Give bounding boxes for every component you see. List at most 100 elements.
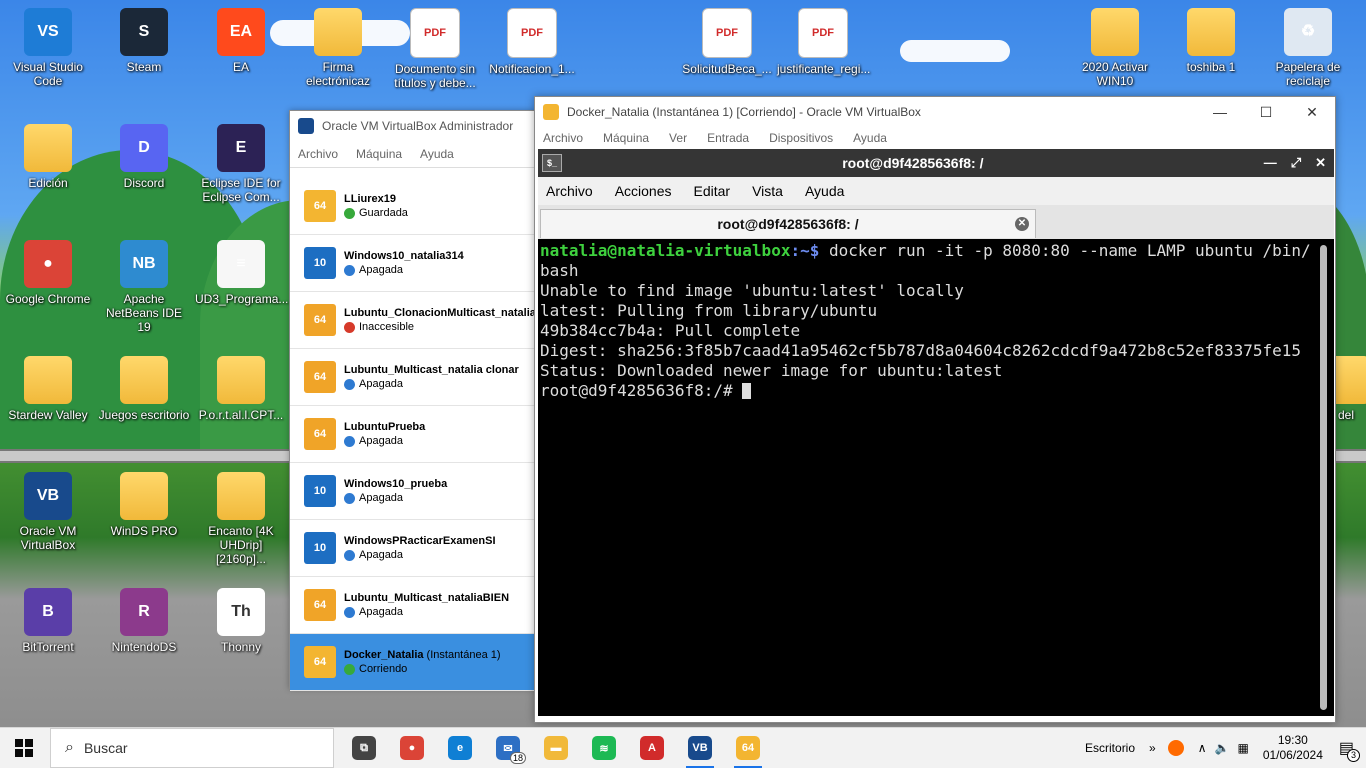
menu-archivo[interactable]: Archivo [298, 147, 338, 161]
desktop-icon[interactable]: B BitTorrent [2, 588, 94, 654]
notification-app-icon[interactable] [1167, 740, 1184, 756]
clock[interactable]: 19:30 01/06/2024 [1263, 733, 1323, 763]
vm-list-item[interactable]: 10 Windows10_natalia314 Apagada [290, 235, 535, 292]
desktop-icon[interactable]: PDF Notificacion_1... [486, 8, 578, 76]
vm-list-item[interactable]: 64 Lubuntu_Multicast_natalia clonar Apagad… [290, 349, 535, 406]
desktop-icon[interactable]: ● Google Chrome [2, 240, 94, 306]
desktop-icon[interactable]: S Steam [98, 8, 190, 74]
virtualbox-manager-window[interactable]: Oracle VM VirtualBox Administrador Archi… [289, 110, 536, 691]
desktop-icon-label: Firma electrónicaz [305, 60, 371, 88]
desktop-icon[interactable]: Stardew Valley [2, 356, 94, 422]
taskbar-task-view-button[interactable]: ⧉ [340, 728, 388, 768]
vm-window[interactable]: Docker_Natalia (Instantánea 1) [Corriend… [534, 96, 1336, 723]
vm-menu-archivo[interactable]: Archivo [543, 131, 583, 145]
menu-ayuda[interactable]: Ayuda [420, 147, 454, 161]
overflow-icon[interactable]: » [1149, 741, 1156, 755]
vm-list-item[interactable]: 64 LLiurex19 Guardada [290, 178, 535, 235]
taskbar-virtualbox-button[interactable]: VB [676, 728, 724, 768]
desktop-icon[interactable]: PDF justificante_regi... [777, 8, 871, 76]
desktop-icon[interactable]: Edición [2, 124, 94, 190]
vm-name: Lubuntu_Multicast_natalia clonar [344, 364, 519, 376]
vm-list-item[interactable]: 64 LubuntuPrueba Apagada [290, 406, 535, 463]
desktop-icon[interactable]: VB Oracle VM VirtualBox [2, 472, 94, 552]
vm-state-label: Corriendo [359, 663, 408, 675]
desktop-icon[interactable]: E Eclipse IDE for Eclipse Com... [195, 124, 287, 204]
desktop-icon[interactable]: EA EA [195, 8, 287, 74]
close-button[interactable]: ✕ [1289, 104, 1335, 121]
folder-icon [314, 8, 362, 56]
saved-icon [344, 207, 355, 219]
taskbar-edge-button[interactable]: e [436, 728, 484, 768]
terminal-minimize-button[interactable]: — [1264, 155, 1277, 171]
desktop-icon-label: Apache NetBeans IDE 19 [105, 292, 183, 334]
terminal-screen[interactable]: natalia@natalia-virtualbox:~$ docker run… [538, 239, 1314, 716]
vm-menu-ayuda[interactable]: Ayuda [853, 131, 887, 145]
taskbar-chrome-button[interactable]: ● [388, 728, 436, 768]
vm-menu-ver[interactable]: Ver [669, 131, 687, 145]
vm-titlebar[interactable]: Docker_Natalia (Instantánea 1) [Corriend… [535, 97, 1335, 127]
manager-titlebar[interactable]: Oracle VM VirtualBox Administrador [290, 111, 535, 141]
desktop-icon[interactable]: R NintendoDS [98, 588, 190, 654]
terminal-menu-acciones[interactable]: Acciones [615, 183, 672, 199]
desktop-icon[interactable]: 2020 Activar WIN10 [1069, 8, 1161, 88]
vm-menu-maquina[interactable]: Máquina [603, 131, 649, 145]
search-box[interactable]: ⌕ Buscar [50, 728, 334, 768]
start-button[interactable] [0, 728, 48, 768]
volume-icon[interactable]: 🔈 [1215, 741, 1230, 755]
desktop-icon[interactable]: PDF SolicitudBeca_... [681, 8, 773, 76]
vm-list-item[interactable]: 10 Windows10_prueba Apagada [290, 463, 535, 520]
vm-name-text: Lubuntu_Multicast_natalia clonar [344, 364, 519, 376]
terminal-window[interactable]: $_ root@d9f4285636f8: / — ⤢ ✕ Archivo Ac… [538, 149, 1334, 716]
taskbar-virtualbox-vm-button[interactable]: 64 [724, 728, 772, 768]
terminal-maximize-button[interactable]: ⤢ [1291, 155, 1301, 171]
desktop-icon[interactable]: Juegos escritorio [98, 356, 190, 422]
desktop-icon[interactable]: NB Apache NetBeans IDE 19 [98, 240, 190, 334]
terminal-tab[interactable]: root@d9f4285636f8: / ✕ [540, 209, 1036, 238]
vm-menu-entrada[interactable]: Entrada [707, 131, 749, 145]
taskbar-spotify-button[interactable]: ≋ [580, 728, 628, 768]
desktop-icon[interactable]: ≡ UD3_Programa... [195, 240, 288, 306]
desktop-icon[interactable]: ♻ Papelera de reciclaje [1262, 8, 1354, 88]
desktop-icon-label: justificante_regi... [777, 62, 871, 76]
terminal-titlebar[interactable]: $_ root@d9f4285636f8: / — ⤢ ✕ [538, 149, 1334, 177]
vm-list-item[interactable]: 10 WindowsPRacticarExamenSI Apagada [290, 520, 535, 577]
bittorrent-icon: B [24, 588, 72, 636]
desktop-label[interactable]: Escritorio [1085, 741, 1135, 755]
desktop-icon[interactable]: toshiba 1 [1165, 8, 1257, 74]
folder-icon [217, 472, 265, 520]
vm-state-label: Apagada [359, 435, 404, 447]
vm-list-item[interactable]: 64 Lubuntu_Multicast_nataliaBIEN Apagada [290, 577, 535, 634]
taskbar-acrobat-button[interactable]: A [628, 728, 676, 768]
notification-center-icon[interactable]: ▤ 3 [1339, 738, 1360, 762]
desktop-icon[interactable]: D Discord [98, 124, 190, 190]
network-icon[interactable]: ▦ [1237, 741, 1248, 755]
vm-list-item[interactable]: 64 Lubuntu_ClonacionMulticast_natalia Inac… [290, 292, 535, 349]
vm-list-item[interactable]: 64 Docker_Natalia (Instantánea 1) Corriend… [290, 634, 535, 691]
desktop-icon[interactable]: Encanto [4K UHDrip][2160p]... [195, 472, 287, 566]
terminal-menu-editar[interactable]: Editar [694, 183, 731, 199]
chevron-up-icon[interactable]: ∧ [1198, 741, 1207, 755]
desktop-icon[interactable]: Firma electrónicaz [292, 8, 384, 88]
desktop-icon[interactable]: WinDS PRO [98, 472, 190, 538]
scrollbar-thumb[interactable] [1320, 245, 1327, 710]
minimize-button[interactable]: — [1197, 104, 1243, 121]
manager-title: Oracle VM VirtualBox Administrador [322, 119, 514, 133]
desktop-icon[interactable]: Th Thonny [195, 588, 287, 654]
vm-state-label: Apagada [359, 492, 404, 504]
terminal-scrollbar[interactable] [1314, 239, 1334, 716]
terminal-menu-ayuda[interactable]: Ayuda [805, 183, 844, 199]
taskbar-mail-button[interactable]: ✉ 18 [484, 728, 532, 768]
desktop-icon[interactable]: P.o.r.t.al.l.CPT... [195, 356, 287, 422]
menu-maquina[interactable]: Máquina [356, 147, 402, 161]
vm-menu-dispositivos[interactable]: Dispositivos [769, 131, 833, 145]
terminal-menu-vista[interactable]: Vista [752, 183, 783, 199]
close-tab-icon[interactable]: ✕ [1015, 217, 1029, 231]
vm-name: Windows10_prueba [344, 478, 447, 490]
terminal-menu-archivo[interactable]: Archivo [546, 183, 593, 199]
maximize-button[interactable]: ☐ [1243, 104, 1289, 121]
desktop-icon[interactable]: VS Visual Studio Code [2, 8, 94, 88]
terminal-close-button[interactable]: ✕ [1315, 155, 1326, 171]
taskbar-file-explorer-button[interactable]: ▬ [532, 728, 580, 768]
windows-logo-icon [15, 739, 33, 757]
desktop-icon[interactable]: PDF Documento sin títulos y debe... [389, 8, 481, 90]
